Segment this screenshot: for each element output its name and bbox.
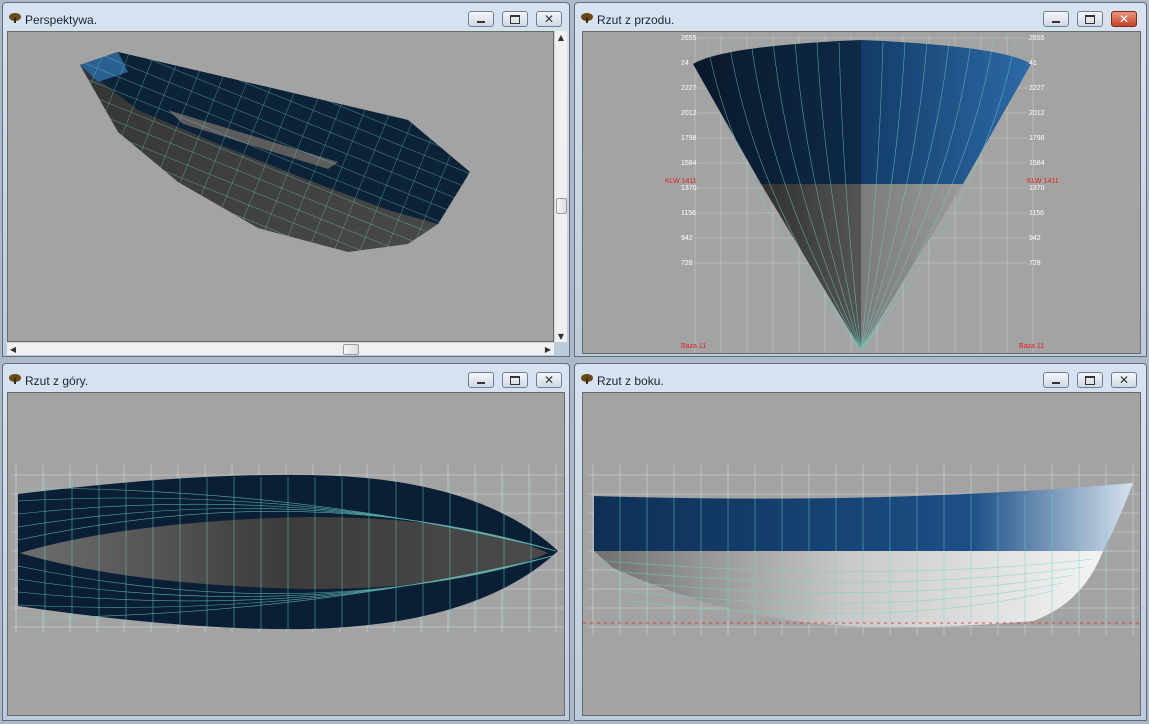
depth-label: 2227 bbox=[681, 85, 697, 92]
scroll-left-icon[interactable]: ◀ bbox=[7, 343, 19, 355]
depth-label: 2655 bbox=[681, 35, 697, 42]
scroll-up-icon[interactable]: ▲ bbox=[555, 31, 567, 43]
depth-label: 2655 bbox=[1029, 35, 1045, 42]
titlebar[interactable]: Perspektywa. ✕ bbox=[3, 3, 569, 33]
front-viewport[interactable]: 2655 24 2227 2012 1798 1584 1370 1156 942 728 265… bbox=[582, 31, 1141, 354]
minimize-icon bbox=[477, 381, 485, 384]
depth-label: 2012 bbox=[1029, 110, 1045, 117]
maximize-icon bbox=[1085, 14, 1095, 24]
side-hull-drawing bbox=[583, 465, 1140, 635]
close-icon: ✕ bbox=[543, 373, 555, 387]
perspective-viewport[interactable] bbox=[7, 31, 554, 342]
minimize-icon bbox=[477, 20, 485, 23]
depth-label: 728 bbox=[1029, 260, 1041, 267]
maximize-icon bbox=[1085, 375, 1095, 385]
window-perspective[interactable]: Perspektywa. ✕ ▲ ▼ ◀ ▶ bbox=[2, 2, 570, 357]
maximize-button[interactable] bbox=[1077, 372, 1103, 388]
maximize-button[interactable] bbox=[502, 11, 528, 27]
app-icon bbox=[9, 374, 21, 384]
minimize-icon bbox=[1052, 20, 1060, 23]
minimize-button[interactable] bbox=[468, 372, 494, 388]
depth-label: 24 bbox=[681, 60, 689, 67]
depth-label: 1156 bbox=[1029, 210, 1044, 217]
front-hull-drawing: 2655 24 2227 2012 1798 1584 1370 1156 942 728 265… bbox=[665, 34, 1059, 353]
side-viewport[interactable] bbox=[582, 392, 1141, 716]
depth-label: 2227 bbox=[1029, 85, 1045, 92]
base-label-left: Baza 11 bbox=[681, 343, 706, 350]
window-title: Rzut z góry. bbox=[25, 374, 89, 388]
maximize-button[interactable] bbox=[502, 372, 528, 388]
window-title: Rzut z boku. bbox=[597, 374, 664, 388]
window-front-view[interactable]: Rzut z przodu. ✕ 2655 24 2227 2012 1798 1584 1… bbox=[574, 2, 1147, 357]
depth-label: 1370 bbox=[681, 185, 697, 192]
window-side-view[interactable]: Rzut z boku. ✕ bbox=[574, 363, 1147, 721]
maximize-button[interactable] bbox=[1077, 11, 1103, 27]
scroll-down-icon[interactable]: ▼ bbox=[555, 330, 567, 342]
depth-label: 41 bbox=[1029, 60, 1037, 67]
depth-label: 1798 bbox=[681, 135, 697, 142]
titlebar[interactable]: Rzut z boku. ✕ bbox=[575, 364, 1146, 394]
depth-label: 1370 bbox=[1029, 185, 1045, 192]
top-hull-drawing bbox=[12, 465, 564, 633]
close-icon: ✕ bbox=[543, 12, 555, 26]
waterline-label-right: KLW 1411 bbox=[1027, 178, 1059, 185]
depth-label: 1156 bbox=[681, 210, 696, 217]
close-icon: ✕ bbox=[1118, 12, 1130, 26]
window-title: Perspektywa. bbox=[25, 13, 98, 27]
app-icon bbox=[581, 13, 593, 23]
scroll-thumb[interactable] bbox=[343, 344, 359, 355]
close-button[interactable]: ✕ bbox=[1111, 11, 1137, 27]
titlebar[interactable]: Rzut z przodu. ✕ bbox=[575, 3, 1146, 33]
scroll-thumb[interactable] bbox=[556, 198, 567, 214]
close-icon: ✕ bbox=[1118, 373, 1130, 387]
vertical-scrollbar[interactable]: ▲ ▼ bbox=[554, 31, 567, 342]
minimize-button[interactable] bbox=[1043, 11, 1069, 27]
waterline-label-left: KLW 1411 bbox=[665, 178, 697, 185]
close-button[interactable]: ✕ bbox=[1111, 372, 1137, 388]
depth-label: 1584 bbox=[681, 160, 697, 167]
depth-label: 728 bbox=[681, 260, 693, 267]
depth-label: 1798 bbox=[1029, 135, 1045, 142]
minimize-button[interactable] bbox=[468, 11, 494, 27]
depth-label: 2012 bbox=[681, 110, 697, 117]
titlebar[interactable]: Rzut z góry. ✕ bbox=[3, 364, 569, 394]
scroll-right-icon[interactable]: ▶ bbox=[542, 343, 554, 355]
close-button[interactable]: ✕ bbox=[536, 11, 562, 27]
minimize-icon bbox=[1052, 381, 1060, 384]
depth-label: 942 bbox=[1029, 235, 1041, 242]
base-label-right: Baza 11 bbox=[1019, 343, 1044, 350]
close-button[interactable]: ✕ bbox=[536, 372, 562, 388]
horizontal-scrollbar[interactable]: ◀ ▶ bbox=[7, 342, 554, 355]
window-top-view[interactable]: Rzut z góry. ✕ bbox=[2, 363, 570, 721]
depth-label: 1584 bbox=[1029, 160, 1045, 167]
app-icon bbox=[9, 13, 21, 23]
maximize-icon bbox=[510, 375, 520, 385]
maximize-icon bbox=[510, 14, 520, 24]
top-viewport[interactable] bbox=[7, 392, 565, 716]
perspective-hull-drawing bbox=[80, 52, 470, 252]
window-title: Rzut z przodu. bbox=[597, 13, 675, 27]
depth-label: 942 bbox=[681, 235, 693, 242]
minimize-button[interactable] bbox=[1043, 372, 1069, 388]
app-icon bbox=[581, 374, 593, 384]
